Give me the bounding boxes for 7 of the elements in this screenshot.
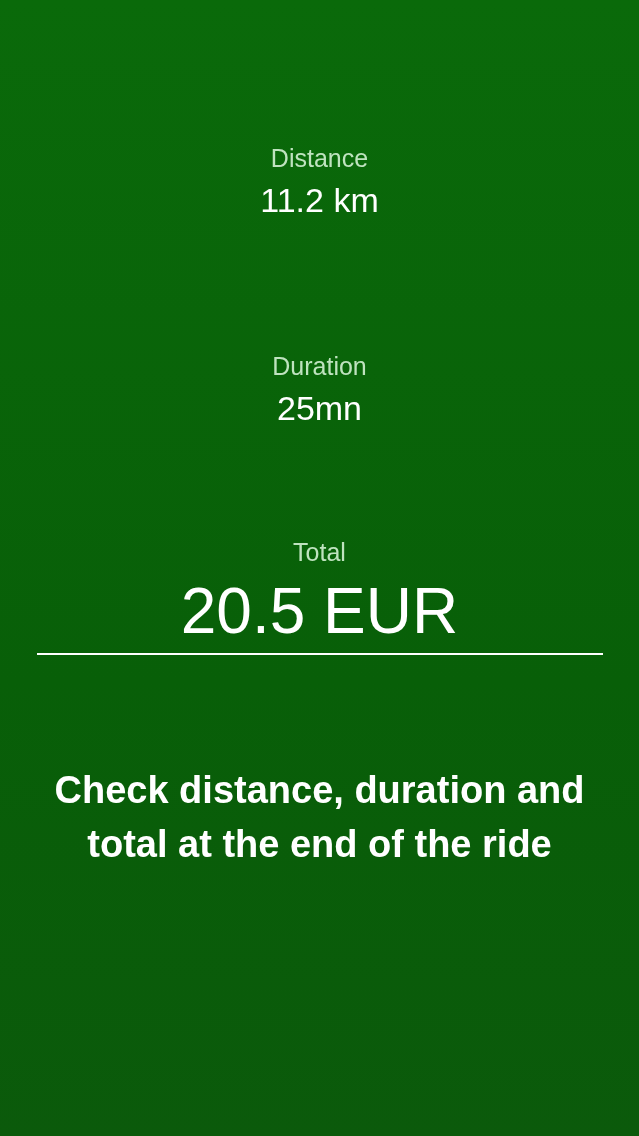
metric-value: 20.5 EUR — [180, 575, 459, 647]
metric-value: 11.2 km — [260, 180, 379, 221]
metric-label: Total — [293, 537, 346, 567]
metric-label: Distance — [270, 143, 369, 173]
metric-value: 25mn — [276, 388, 363, 429]
caption-text: Check distance, duration and total at the end of the ride — [53, 768, 586, 867]
metric-label: Duration — [272, 351, 367, 381]
